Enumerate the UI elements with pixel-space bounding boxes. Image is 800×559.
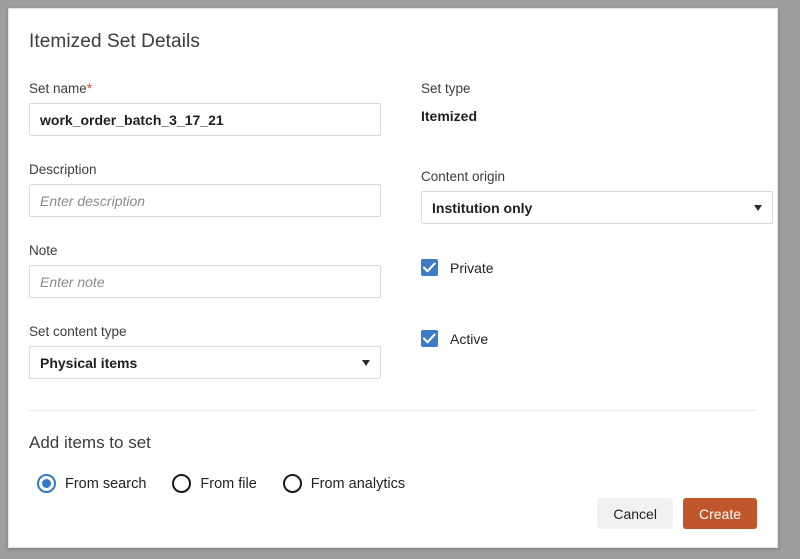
create-button[interactable]: Create <box>683 498 757 529</box>
field-note: Note <box>29 243 389 298</box>
checkmark-icon <box>421 330 438 347</box>
radio-option-from-file[interactable]: From file <box>172 474 256 493</box>
chevron-down-icon <box>362 360 370 366</box>
radio-label-from-file: From file <box>200 476 256 492</box>
description-label: Description <box>29 162 389 177</box>
set-content-type-select[interactable]: Physical items <box>29 346 381 379</box>
active-label: Active <box>450 331 488 347</box>
set-content-type-value: Physical items <box>40 355 137 371</box>
chevron-down-icon <box>754 205 762 211</box>
cancel-button[interactable]: Cancel <box>597 498 673 529</box>
checkmark-icon <box>421 259 438 276</box>
set-name-label-text: Set name <box>29 81 87 96</box>
add-items-radio-group: From search From file From analytics <box>37 474 431 493</box>
radio-icon <box>283 474 302 493</box>
form-column-right: Set type Itemized Content origin Institu… <box>421 81 778 347</box>
section-divider <box>29 410 757 411</box>
itemized-set-details-dialog: Itemized Set Details Set name* Descripti… <box>8 8 778 548</box>
form-column-left: Set name* Description Note Set content t… <box>29 81 389 379</box>
field-set-content-type: Set content type Physical items <box>29 324 389 379</box>
private-label: Private <box>450 260 494 276</box>
field-content-origin: Content origin Institution only <box>421 169 778 224</box>
field-set-name: Set name* <box>29 81 389 136</box>
radio-icon <box>37 474 56 493</box>
set-content-type-label: Set content type <box>29 324 389 339</box>
set-type-value: Itemized <box>421 106 778 126</box>
content-origin-value: Institution only <box>432 200 532 216</box>
field-set-type: Set type Itemized <box>421 81 778 126</box>
page-title: Itemized Set Details <box>29 31 200 53</box>
note-input[interactable] <box>29 265 381 298</box>
checkbox-private[interactable]: Private <box>421 259 778 276</box>
radio-icon <box>172 474 191 493</box>
dialog-actions: Cancel Create <box>597 498 757 529</box>
content-origin-select[interactable]: Institution only <box>421 191 773 224</box>
radio-label-from-analytics: From analytics <box>311 476 405 492</box>
field-description: Description <box>29 162 389 217</box>
checkbox-active[interactable]: Active <box>421 330 778 347</box>
radio-option-from-search[interactable]: From search <box>37 474 146 493</box>
set-type-label: Set type <box>421 81 778 96</box>
content-origin-label: Content origin <box>421 169 778 184</box>
set-name-input[interactable] <box>29 103 381 136</box>
required-asterisk: * <box>87 81 92 96</box>
set-name-label: Set name* <box>29 81 389 96</box>
radio-label-from-search: From search <box>65 476 146 492</box>
note-label: Note <box>29 243 389 258</box>
description-input[interactable] <box>29 184 381 217</box>
radio-option-from-analytics[interactable]: From analytics <box>283 474 405 493</box>
add-items-section-title: Add items to set <box>29 433 151 453</box>
